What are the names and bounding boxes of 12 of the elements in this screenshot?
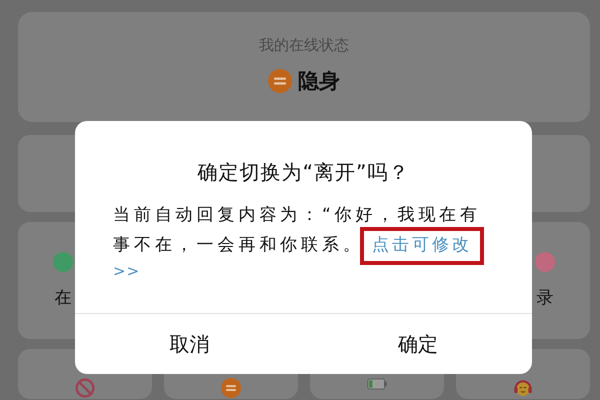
forbidden-icon [75, 378, 95, 398]
headphones-face-icon [513, 378, 533, 398]
status-option-label: 在 [54, 287, 72, 309]
current-status-label: 隐身 [298, 68, 340, 95]
equals-icon [268, 69, 292, 93]
dialog-message: 当前自动回复内容为：“你好，我现在有事不在，一会再和你联系。 点击可修改 [113, 204, 482, 257]
status-option-label: 录 [536, 287, 554, 309]
dialog-button[interactable]: 取消 [75, 314, 304, 374]
battery-icon [367, 378, 387, 390]
dialog-title: 确定切换为“离开”吗？ [196, 159, 410, 186]
dialog-button[interactable]: 确定 [304, 314, 532, 374]
equals-icon [221, 378, 241, 398]
